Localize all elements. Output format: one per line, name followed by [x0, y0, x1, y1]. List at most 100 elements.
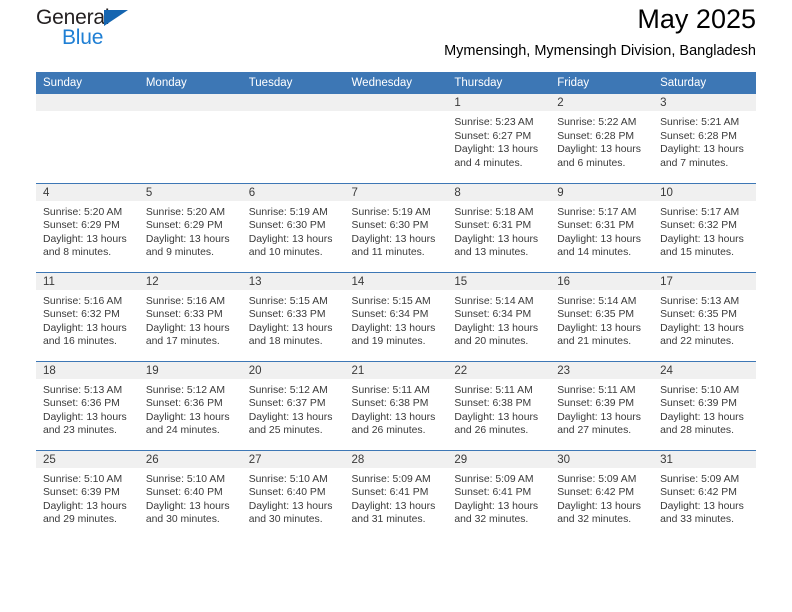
day-details: Sunrise: 5:16 AM Sunset: 6:32 PM Daylight:…: [36, 290, 139, 349]
sunrise-text: Sunrise: 5:09 AM: [351, 473, 431, 485]
calendar-day-cell[interactable]: 23 Sunrise: 5:11 AM Sunset: 6:39 PM Dayligh…: [550, 360, 654, 450]
calendar-day-cell[interactable]: 12 Sunrise: 5:16 AM Sunset: 6:33 PM Dayligh…: [138, 271, 242, 361]
calendar-day-cell[interactable]: 20 Sunrise: 5:12 AM Sunset: 6:37 PM Dayligh…: [241, 360, 345, 450]
calendar-day-cell[interactable]: 25 Sunrise: 5:10 AM Sunset: 6:39 PM Dayligh…: [36, 449, 139, 539]
calendar-day-cell[interactable]: 24 Sunrise: 5:10 AM Sunset: 6:39 PM Dayligh…: [653, 360, 756, 450]
calendar-day-cell[interactable]: 6 Sunrise: 5:19 AM Sunset: 6:30 PM Daylight…: [241, 182, 345, 272]
daylight-text: Daylight: 13 hours and 26 minutes.: [351, 411, 436, 437]
day-number: 25: [36, 450, 139, 468]
daylight-text: Daylight: 13 hours and 9 minutes.: [145, 233, 230, 259]
daylight-text: Daylight: 13 hours and 18 minutes.: [248, 322, 333, 348]
sunrise-text: Sunrise: 5:17 AM: [557, 206, 637, 218]
day-details: Sunrise: 5:14 AM Sunset: 6:35 PM Daylight:…: [550, 290, 653, 349]
calendar-day-cell[interactable]: 16 Sunrise: 5:14 AM Sunset: 6:35 PM Dayligh…: [550, 271, 654, 361]
daylight-text: Daylight: 13 hours and 6 minutes.: [557, 144, 641, 169]
day-details: Sunrise: 5:20 AM Sunset: 6:29 PM Daylight:…: [36, 201, 139, 260]
daylight-text: Daylight: 13 hours and 31 minutes.: [351, 500, 436, 526]
calendar-day-cell[interactable]: 14 Sunrise: 5:15 AM Sunset: 6:34 PM Dayligh…: [344, 271, 448, 361]
weekday-header-tuesday: Tuesday: [241, 72, 345, 94]
logo-text-blue: Blue: [62, 26, 104, 49]
sunset-text: Sunset: 6:30 PM: [248, 220, 326, 232]
sunrise-text: Sunrise: 5:10 AM: [43, 473, 123, 485]
calendar-day-cell[interactable]: 28 Sunrise: 5:09 AM Sunset: 6:41 PM Dayligh…: [344, 449, 448, 539]
day-details: Sunrise: 5:19 AM Sunset: 6:30 PM Daylight:…: [345, 201, 448, 260]
sunset-text: Sunset: 6:39 PM: [557, 398, 635, 410]
calendar-day-cell[interactable]: 27 Sunrise: 5:10 AM Sunset: 6:40 PM Dayligh…: [241, 449, 345, 539]
calendar-day-cell[interactable]: 26 Sunrise: 5:10 AM Sunset: 6:40 PM Dayligh…: [138, 449, 242, 539]
day-number: 12: [138, 272, 242, 290]
calendar-day-cell[interactable]: 1 Sunrise: 5:23 AM Sunset: 6:27 PM Daylight…: [447, 94, 551, 183]
calendar-week-row: 25 Sunrise: 5:10 AM Sunset: 6:39 PM Dayligh…: [36, 449, 756, 539]
daylight-text: Daylight: 13 hours and 8 minutes.: [43, 233, 127, 259]
calendar-day-cell[interactable]: 22 Sunrise: 5:11 AM Sunset: 6:38 PM Dayligh…: [447, 360, 551, 450]
calendar-day-cell[interactable]: 17 Sunrise: 5:13 AM Sunset: 6:35 PM Dayligh…: [653, 271, 756, 361]
calendar-day-cell[interactable]: 18 Sunrise: 5:13 AM Sunset: 6:36 PM Dayligh…: [36, 360, 139, 450]
daylight-text: Daylight: 13 hours and 22 minutes.: [660, 322, 744, 348]
daylight-text: Daylight: 13 hours and 25 minutes.: [248, 411, 333, 437]
sunset-text: Sunset: 6:39 PM: [660, 398, 737, 410]
day-details: Sunrise: 5:16 AM Sunset: 6:33 PM Daylight:…: [139, 290, 242, 349]
calendar-day-cell[interactable]: 7 Sunrise: 5:19 AM Sunset: 6:30 PM Daylight…: [344, 182, 448, 272]
calendar-day-cell[interactable]: 30 Sunrise: 5:09 AM Sunset: 6:42 PM Dayligh…: [550, 449, 654, 539]
day-details: Sunrise: 5:12 AM Sunset: 6:37 PM Daylight:…: [242, 379, 345, 438]
day-number: 27: [241, 450, 345, 468]
day-number: 21: [344, 361, 448, 379]
day-number: 20: [241, 361, 345, 379]
calendar-day-cell[interactable]: 31 Sunrise: 5:09 AM Sunset: 6:42 PM Dayligh…: [653, 449, 756, 539]
daylight-text: Daylight: 13 hours and 7 minutes.: [660, 144, 744, 169]
day-details: Sunrise: 5:10 AM Sunset: 6:39 PM Daylight:…: [36, 468, 139, 527]
day-number: 10: [653, 183, 756, 201]
sunset-text: Sunset: 6:35 PM: [660, 309, 737, 321]
day-details: Sunrise: 5:11 AM Sunset: 6:38 PM Daylight:…: [447, 379, 550, 438]
calendar-day-cell[interactable]: 8 Sunrise: 5:18 AM Sunset: 6:31 PM Daylight…: [447, 182, 551, 272]
calendar-week-row: 1 Sunrise: 5:23 AM Sunset: 6:27 PM Daylight…: [36, 94, 756, 183]
day-number: 14: [344, 272, 448, 290]
sunrise-text: Sunrise: 5:12 AM: [145, 384, 225, 396]
sunrise-text: Sunrise: 5:12 AM: [248, 384, 328, 396]
sunrise-text: Sunrise: 5:13 AM: [660, 295, 740, 307]
sunrise-text: Sunrise: 5:16 AM: [145, 295, 225, 307]
sunrise-text: Sunrise: 5:10 AM: [660, 384, 740, 396]
calendar-day-cell[interactable]: 13 Sunrise: 5:15 AM Sunset: 6:33 PM Dayligh…: [241, 271, 345, 361]
sunrise-text: Sunrise: 5:09 AM: [454, 473, 534, 485]
calendar-day-cell[interactable]: 11 Sunrise: 5:16 AM Sunset: 6:32 PM Dayligh…: [36, 271, 139, 361]
sunrise-text: Sunrise: 5:11 AM: [351, 384, 430, 396]
calendar-day-cell[interactable]: 9 Sunrise: 5:17 AM Sunset: 6:31 PM Daylight…: [550, 182, 654, 272]
sunrise-text: Sunrise: 5:13 AM: [43, 384, 123, 396]
daylight-text: Daylight: 13 hours and 13 minutes.: [454, 233, 539, 259]
calendar-day-cell[interactable]: 2 Sunrise: 5:22 AM Sunset: 6:28 PM Daylight…: [550, 94, 654, 183]
weekday-header-sunday: Sunday: [36, 72, 139, 94]
day-details: Sunrise: 5:13 AM Sunset: 6:35 PM Daylight:…: [653, 290, 756, 349]
day-number: 16: [550, 272, 654, 290]
sunrise-text: Sunrise: 5:10 AM: [145, 473, 225, 485]
sunset-text: Sunset: 6:37 PM: [248, 398, 326, 410]
day-details: Sunrise: 5:09 AM Sunset: 6:41 PM Daylight:…: [345, 468, 448, 527]
day-number: 18: [36, 361, 139, 379]
calendar-day-cell[interactable]: 4 Sunrise: 5:20 AM Sunset: 6:29 PM Daylight…: [36, 182, 139, 272]
calendar-day-cell[interactable]: 15 Sunrise: 5:14 AM Sunset: 6:34 PM Dayligh…: [447, 271, 551, 361]
calendar-day-cell[interactable]: 5 Sunrise: 5:20 AM Sunset: 6:29 PM Daylight…: [138, 182, 242, 272]
calendar-day-cell[interactable]: 29 Sunrise: 5:09 AM Sunset: 6:41 PM Dayligh…: [447, 449, 551, 539]
day-number: [36, 94, 139, 111]
day-details: Sunrise: 5:17 AM Sunset: 6:31 PM Daylight:…: [550, 201, 653, 260]
sunrise-text: Sunrise: 5:19 AM: [351, 206, 431, 218]
day-number: 28: [344, 450, 448, 468]
day-details: Sunrise: 5:23 AM Sunset: 6:27 PM Daylight:…: [447, 111, 550, 170]
weekday-header-row: Sunday Monday Tuesday Wednesday Thursday…: [36, 72, 756, 94]
calendar-day-cell-empty: [36, 94, 139, 183]
calendar-day-cell[interactable]: 19 Sunrise: 5:12 AM Sunset: 6:36 PM Dayligh…: [138, 360, 242, 450]
daylight-text: Daylight: 13 hours and 21 minutes.: [557, 322, 641, 348]
day-details: Sunrise: 5:14 AM Sunset: 6:34 PM Daylight:…: [447, 290, 550, 349]
calendar-day-cell[interactable]: 3 Sunrise: 5:21 AM Sunset: 6:28 PM Daylight…: [653, 94, 756, 183]
day-details: Sunrise: 5:15 AM Sunset: 6:33 PM Daylight:…: [242, 290, 345, 349]
sunset-text: Sunset: 6:32 PM: [43, 309, 120, 321]
calendar-day-cell[interactable]: 21 Sunrise: 5:11 AM Sunset: 6:38 PM Dayligh…: [344, 360, 448, 450]
sunset-text: Sunset: 6:39 PM: [43, 487, 120, 499]
calendar-day-cell[interactable]: 10 Sunrise: 5:17 AM Sunset: 6:32 PM Dayligh…: [653, 182, 756, 272]
day-number: 13: [241, 272, 345, 290]
calendar-week-row: 18 Sunrise: 5:13 AM Sunset: 6:36 PM Dayligh…: [36, 360, 756, 450]
sunset-text: Sunset: 6:28 PM: [660, 130, 737, 142]
weekday-header-wednesday: Wednesday: [344, 72, 448, 94]
sunset-text: Sunset: 6:33 PM: [248, 309, 326, 321]
day-number: 29: [447, 450, 551, 468]
